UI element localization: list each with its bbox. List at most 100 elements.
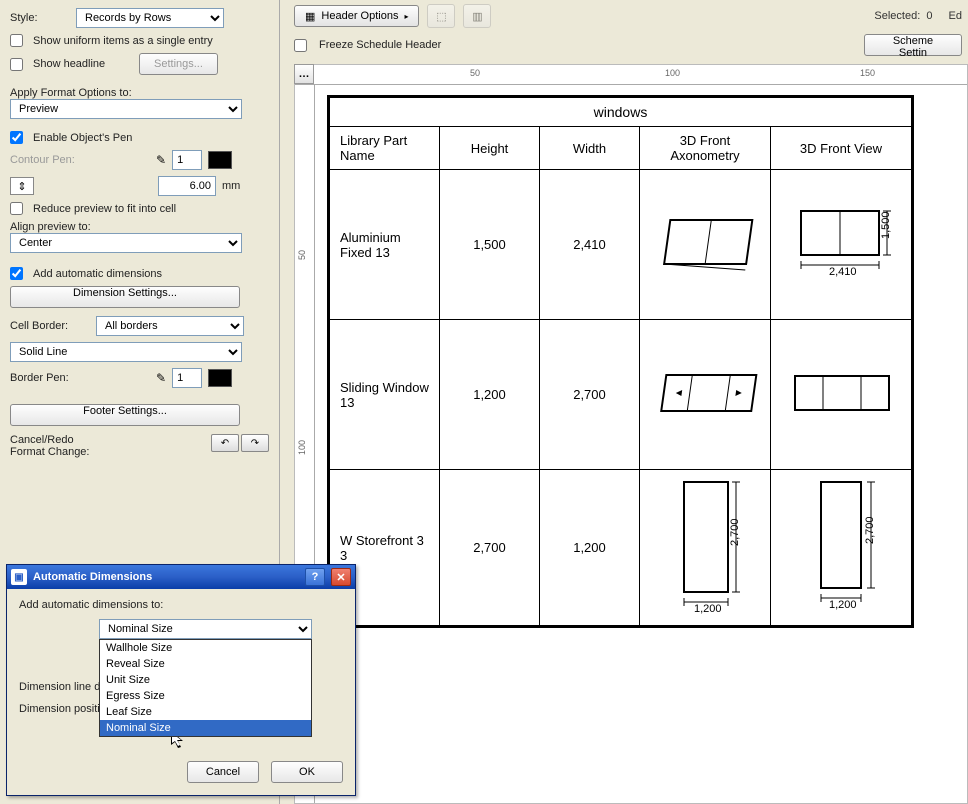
contour-pen-input[interactable] xyxy=(172,150,202,170)
dimension-type-select[interactable]: Nominal Size xyxy=(99,619,312,639)
dropdown-option[interactable]: Egress Size xyxy=(100,688,311,704)
schedule-table: windows Library Part Name Height Width 3… xyxy=(327,95,914,628)
uniform-checkbox[interactable] xyxy=(10,34,23,47)
redo-button[interactable]: ↷ xyxy=(241,434,269,452)
style-select[interactable]: Records by Rows xyxy=(76,8,224,28)
align-label: Align preview to: xyxy=(10,221,269,233)
col-header: Library Part Name xyxy=(330,127,440,170)
cancel-button[interactable]: Cancel xyxy=(187,761,259,783)
window-drawing: 1,200 2,700 xyxy=(781,476,901,616)
apply-format-select[interactable]: Preview xyxy=(10,99,242,119)
editable-label: Ed xyxy=(949,10,962,22)
svg-text:1,200: 1,200 xyxy=(829,599,857,611)
thickness-unit: mm xyxy=(222,180,240,192)
line-type-select[interactable]: Solid Line xyxy=(10,342,242,362)
close-button[interactable]: ✕ xyxy=(331,568,351,586)
window-drawing xyxy=(650,208,760,278)
add-dims-to-label: Add automatic dimensions to: xyxy=(19,599,343,611)
col-header: Width xyxy=(540,127,640,170)
canvas-area: ▦ Header Options ▸ ⬚ ▥ Selected: 0 Ed Fr… xyxy=(288,0,968,804)
dropdown-option[interactable]: Unit Size xyxy=(100,672,311,688)
front-cell xyxy=(771,320,912,470)
axon-cell xyxy=(640,320,771,470)
split-button[interactable]: ▥ xyxy=(463,4,491,28)
headline-label: Show headline xyxy=(33,58,133,70)
col-header: Height xyxy=(440,127,540,170)
dropdown-option[interactable]: Leaf Size xyxy=(100,704,311,720)
undo-button[interactable]: ↶ xyxy=(211,434,239,452)
svg-text:1,500: 1,500 xyxy=(880,211,892,239)
cell-border-label: Cell Border: xyxy=(10,320,90,332)
dimension-type-dropdown-list: Wallhole Size Reveal Size Unit Size Egre… xyxy=(99,639,312,737)
add-dims-checkbox[interactable] xyxy=(10,267,23,280)
cancel-redo-label-2: Format Change: xyxy=(10,446,89,458)
svg-text:2,410: 2,410 xyxy=(829,266,857,278)
reduce-checkbox[interactable] xyxy=(10,202,23,215)
thickness-icon: ⇕ xyxy=(10,177,34,195)
dialog-titlebar[interactable]: ▣ Automatic Dimensions ? ✕ xyxy=(7,565,355,589)
thickness-input[interactable] xyxy=(158,176,216,196)
pen-icon-2 xyxy=(156,371,166,385)
horizontal-ruler: 50 100 150 xyxy=(295,65,967,85)
freeze-label: Freeze Schedule Header xyxy=(319,39,441,51)
col-header: 3D Front Axonometry xyxy=(640,127,771,170)
drawing-canvas[interactable]: 50 100 150 50 100 windows Library Part N… xyxy=(294,64,968,804)
dropdown-option[interactable]: Wallhole Size xyxy=(100,640,311,656)
window-drawing: 1,200 2,700 xyxy=(650,476,760,616)
pen-icon xyxy=(156,153,166,167)
uniform-label: Show uniform items as a single entry xyxy=(33,35,213,47)
contour-pen-swatch[interactable] xyxy=(208,151,232,169)
dimension-settings-button[interactable]: Dimension Settings... xyxy=(10,286,240,308)
freeze-checkbox[interactable] xyxy=(294,39,307,52)
table-cell: 2,700 xyxy=(440,470,540,626)
automatic-dimensions-dialog: ▣ Automatic Dimensions ? ✕ Add automatic… xyxy=(6,564,356,796)
ruler-origin-button[interactable]: … xyxy=(294,64,314,84)
svg-text:1,200: 1,200 xyxy=(694,603,722,615)
border-pen-input[interactable] xyxy=(172,368,202,388)
merge-button[interactable]: ⬚ xyxy=(427,4,455,28)
dropdown-option-selected[interactable]: Nominal Size xyxy=(100,720,311,736)
table-cell: 1,200 xyxy=(440,320,540,470)
table-cell: 2,700 xyxy=(540,320,640,470)
header-options-label: Header Options xyxy=(321,10,398,22)
window-drawing: 2,410 1,500 xyxy=(781,203,901,283)
footer-settings-button[interactable]: Footer Settings... xyxy=(10,404,240,426)
scheme-settings-button[interactable]: Scheme Settin xyxy=(864,34,962,56)
contour-pen-label: Contour Pen: xyxy=(10,154,150,166)
align-select[interactable]: Center xyxy=(10,233,242,253)
selected-label: Selected: xyxy=(874,10,920,22)
svg-text:2,700: 2,700 xyxy=(864,516,876,544)
border-pen-swatch[interactable] xyxy=(208,369,232,387)
dialog-title: Automatic Dimensions xyxy=(33,571,152,583)
front-cell: 1,200 2,700 xyxy=(771,470,912,626)
col-header: 3D Front View xyxy=(771,127,912,170)
axon-cell: 1,200 2,700 xyxy=(640,470,771,626)
cancel-redo-label-1: Cancel/Redo xyxy=(10,434,89,446)
header-options-dropdown[interactable]: ▦ Header Options ▸ xyxy=(294,5,419,27)
header-options-icon: ▦ xyxy=(305,10,315,23)
headline-checkbox[interactable] xyxy=(10,58,23,71)
border-pen-label: Border Pen: xyxy=(10,372,150,384)
schedule-title: windows xyxy=(330,98,912,127)
ok-button[interactable]: OK xyxy=(271,761,343,783)
help-button[interactable]: ? xyxy=(305,568,325,586)
svg-text:2,700: 2,700 xyxy=(729,518,741,546)
window-drawing xyxy=(781,368,901,418)
apply-format-label: Apply Format Options to: xyxy=(10,87,269,99)
table-cell: 1,500 xyxy=(440,170,540,320)
enable-pen-label: Enable Object's Pen xyxy=(33,132,132,144)
table-cell: 2,410 xyxy=(540,170,640,320)
reduce-label: Reduce preview to fit into cell xyxy=(33,203,176,215)
selected-count: 0 xyxy=(926,10,932,22)
dialog-icon: ▣ xyxy=(11,569,27,585)
enable-pen-checkbox[interactable] xyxy=(10,131,23,144)
table-cell: Aluminium Fixed 13 xyxy=(330,170,440,320)
window-drawing xyxy=(650,363,760,423)
dropdown-option[interactable]: Reveal Size xyxy=(100,656,311,672)
style-label: Style: xyxy=(10,12,70,24)
headline-settings-button[interactable]: Settings... xyxy=(139,53,218,75)
axon-cell xyxy=(640,170,771,320)
cell-border-select[interactable]: All borders xyxy=(96,316,244,336)
front-cell: 2,410 1,500 xyxy=(771,170,912,320)
table-cell: Sliding Window 13 xyxy=(330,320,440,470)
